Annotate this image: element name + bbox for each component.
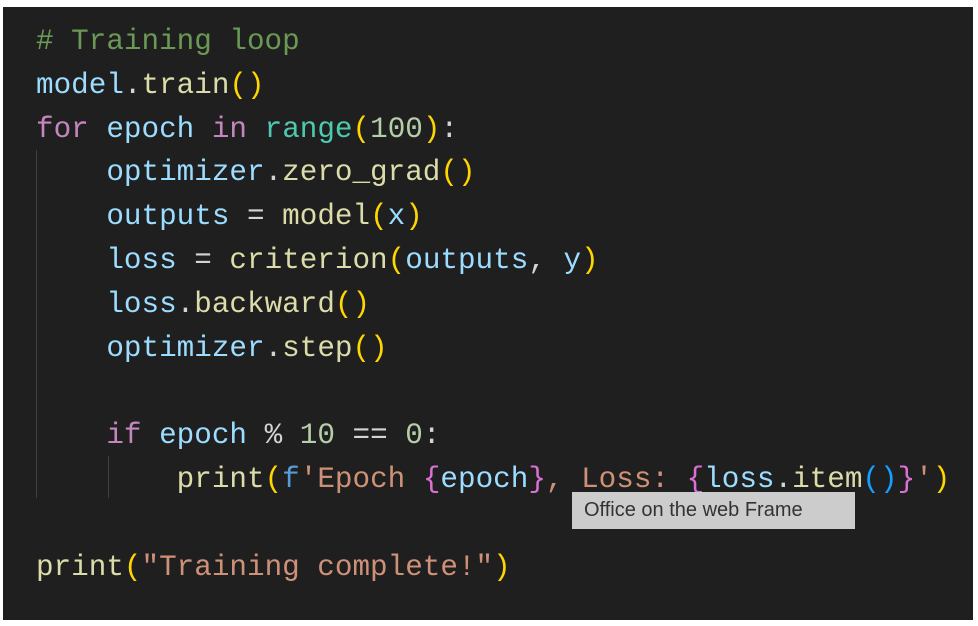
code-token: { [422, 462, 441, 496]
code-token: ( [123, 550, 142, 584]
code-token: optimizer [106, 156, 265, 190]
code-line[interactable]: if epoch % 10 == 0: [36, 414, 950, 458]
code-token: = [229, 200, 283, 234]
code-token: ) [422, 112, 441, 146]
code-line[interactable]: model.train() [36, 64, 950, 108]
code-token: outputs [405, 243, 529, 277]
code-token: model [282, 200, 371, 234]
code-token: : [440, 112, 459, 146]
code-token: ( [352, 112, 371, 146]
code-token: train [141, 68, 230, 102]
code-line[interactable]: outputs = model(x) [36, 195, 950, 239]
code-token: ( [387, 243, 406, 277]
code-token: = [176, 243, 230, 277]
code-token: . [264, 331, 283, 365]
code-token: x [387, 200, 406, 234]
code-token: . [264, 156, 283, 190]
code-token: 0 [405, 419, 423, 453]
code-token: } [528, 462, 546, 496]
code-line[interactable]: # Training loop [36, 20, 950, 64]
code-token: , [528, 243, 564, 277]
code-token: model [36, 68, 124, 102]
code-token: print [36, 550, 124, 584]
code-token: ) [932, 462, 951, 496]
code-token: . [176, 287, 195, 321]
code-token: loss [106, 243, 177, 277]
code-token: 100 [370, 112, 423, 146]
code-token: backward [194, 287, 335, 321]
code-token: 'Epoch [299, 462, 423, 496]
code-token: "Training complete!" [141, 550, 494, 584]
code-token: optimizer [106, 331, 265, 365]
code-token: zero_grad [282, 156, 441, 190]
tooltip-text: Office on the web Frame [584, 499, 803, 521]
code-token: () [440, 156, 476, 190]
code-token: } [897, 462, 916, 496]
code-token: step [282, 331, 353, 365]
code-token: () [862, 462, 898, 496]
code-token: outputs [106, 200, 230, 234]
code-token: epoch [106, 112, 195, 146]
code-token: loss [106, 287, 177, 321]
code-token: () [352, 331, 388, 365]
code-token: epoch [159, 419, 247, 453]
code-token: epoch [440, 462, 529, 496]
code-token: print [176, 462, 265, 496]
code-token: () [334, 287, 371, 321]
code-line[interactable]: print("Training complete!") [36, 546, 950, 590]
tooltip: Office on the web Frame [572, 492, 855, 529]
code-token: ) [405, 200, 423, 234]
code-line[interactable]: for epoch in range(100): [36, 108, 950, 152]
code-line[interactable]: loss = criterion(outputs, y) [36, 239, 950, 283]
code-token: y [563, 243, 582, 277]
code-token: range [264, 112, 353, 146]
code-token: : [422, 419, 441, 453]
code-token: f [282, 462, 300, 496]
code-line[interactable]: optimizer.zero_grad() [36, 151, 950, 195]
code-token: ) [493, 550, 511, 584]
code-line[interactable] [36, 370, 950, 414]
code-token: % [247, 419, 300, 453]
code-token: ) [581, 243, 599, 277]
code-token: . [123, 68, 142, 102]
code-token: for [36, 112, 89, 146]
code-token: () [229, 68, 265, 102]
code-token: ( [370, 200, 388, 234]
code-token: if [106, 419, 142, 453]
code-line[interactable]: loss.backward() [36, 283, 950, 327]
code-token: in [211, 112, 248, 146]
code-token: # Training loop [36, 25, 300, 58]
code-token: ( [264, 462, 283, 496]
code-token: == [334, 419, 406, 453]
code-token: ' [915, 462, 933, 496]
code-line[interactable]: optimizer.step() [36, 327, 950, 371]
code-token: criterion [229, 243, 388, 277]
code-token: 10 [299, 419, 335, 453]
